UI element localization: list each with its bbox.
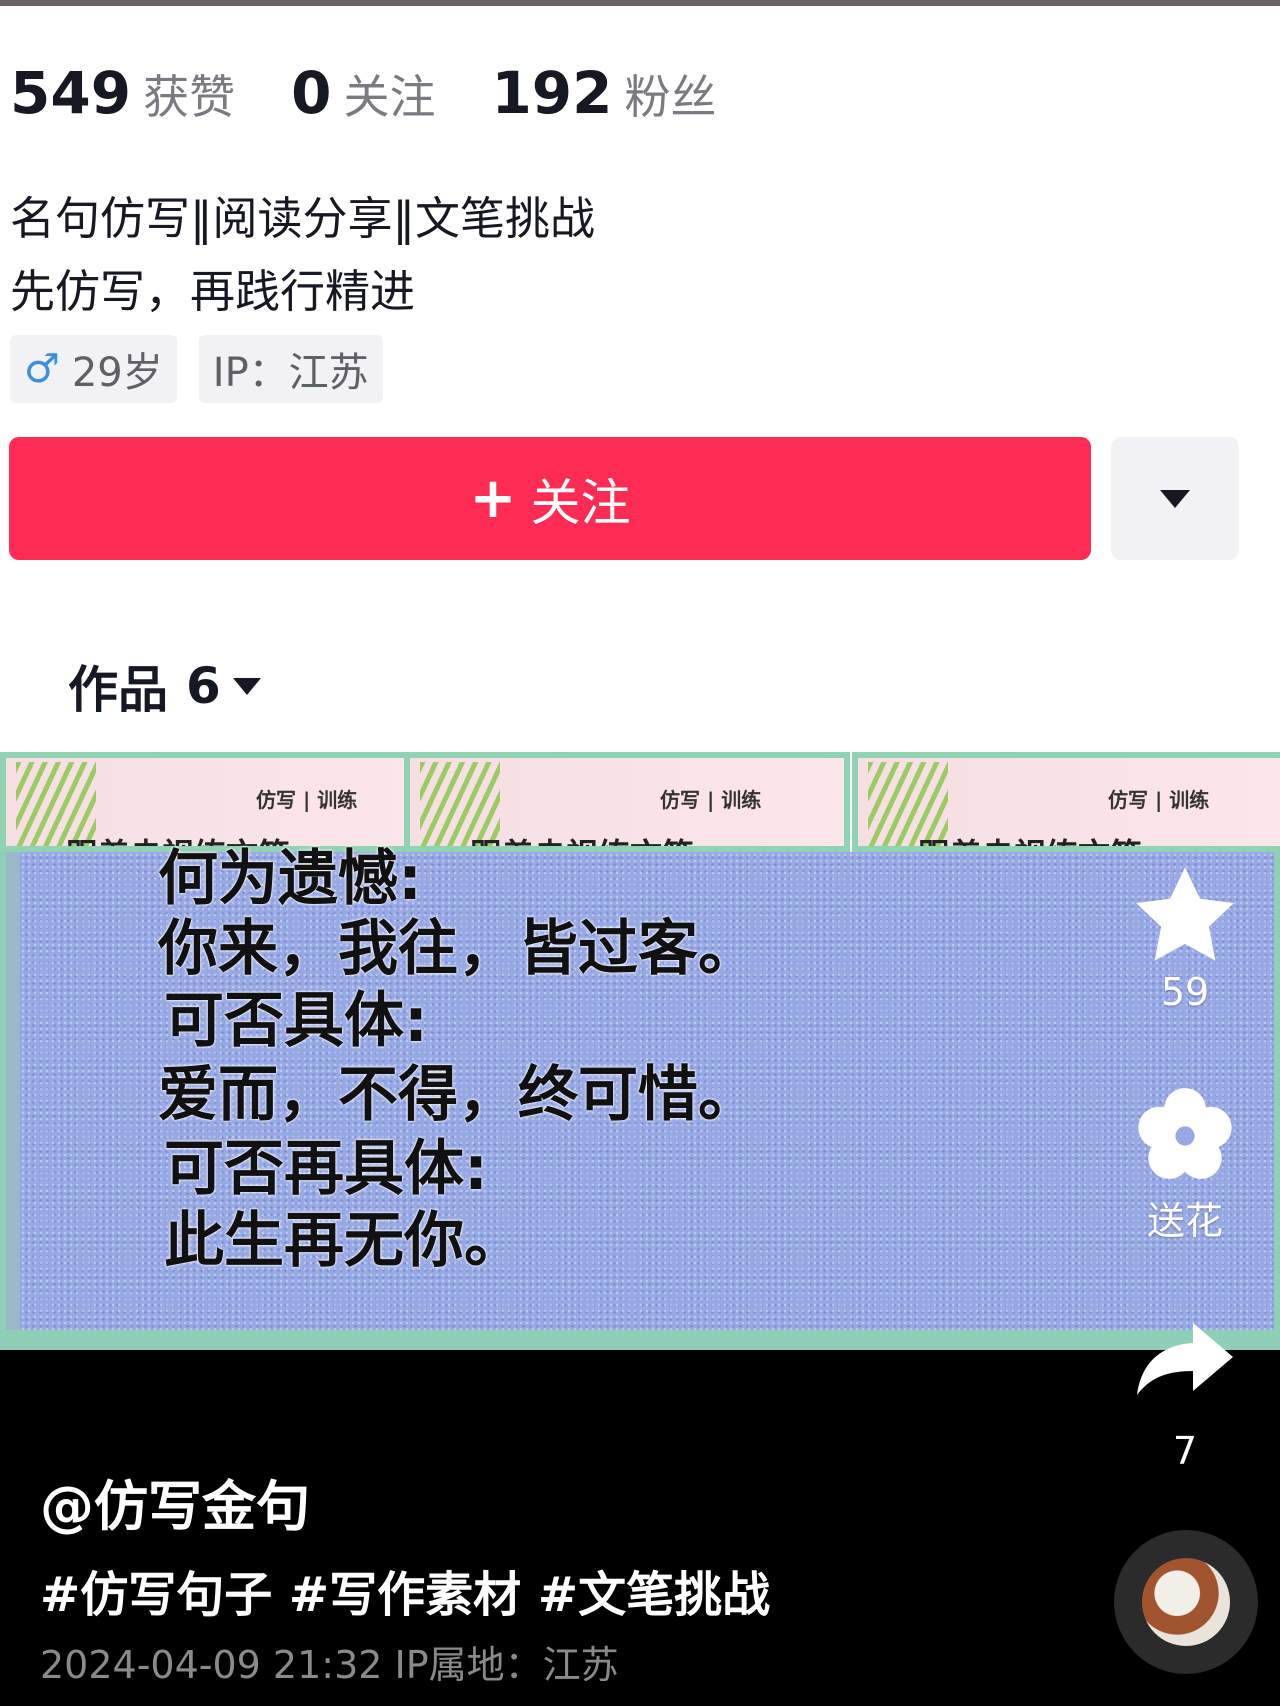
- follow-label: 关注: [530, 473, 631, 532]
- caret-down-icon: [1160, 489, 1190, 508]
- thumbnail-title: 跟着央视练文笔: [918, 830, 1142, 846]
- ip-text: IP：江苏: [212, 350, 369, 396]
- work-thumbnail[interactable]: 仿写 | 训练 跟着央视练文笔: [852, 752, 1280, 852]
- favorite-action[interactable]: 59: [1090, 862, 1280, 1014]
- ip-tag: IP：江苏: [198, 335, 383, 403]
- followers-label: 粉丝: [624, 70, 717, 124]
- following-label: 关注: [343, 70, 436, 124]
- thumbnail-tag: 仿写 | 训练: [1108, 788, 1210, 812]
- likes-stat[interactable]: 549 获赞: [10, 59, 235, 127]
- work-thumbnail[interactable]: 仿写 | 训练 跟着央视练文笔: [404, 752, 850, 852]
- works-label: 作品: [68, 661, 168, 719]
- thumbnail-tag: 仿写 | 训练: [660, 788, 762, 812]
- age-tag: ♂ 29岁: [10, 335, 177, 403]
- video-image: 何为遗憾: 你来，我往，皆过客。 可否具体: 爱而，不得，终可惜。 可否再具体:…: [20, 844, 1274, 1330]
- works-caret-down-icon: [232, 677, 261, 695]
- bio-line-2: 先仿写，再践行精进: [10, 265, 416, 318]
- music-disc[interactable]: [1114, 1530, 1258, 1674]
- gift-flower-action[interactable]: 送花: [1090, 1086, 1280, 1245]
- gift-label: 送花: [1146, 1199, 1223, 1243]
- likes-label: 获赞: [143, 70, 236, 124]
- bio-line-1: 名句仿写‖阅读分享‖文笔挑战: [10, 192, 596, 245]
- works-tab[interactable]: 作品 6: [68, 650, 261, 722]
- favorite-count: 59: [1160, 970, 1210, 1014]
- plus-icon: +: [469, 466, 517, 531]
- followers-count: 192: [491, 59, 613, 127]
- followers-stat[interactable]: 192 粉丝: [491, 59, 716, 127]
- share-action[interactable]: 7: [1090, 1317, 1280, 1473]
- top-edge: [0, 0, 1280, 6]
- star-icon: [1136, 867, 1234, 961]
- share-count: 7: [1172, 1429, 1198, 1473]
- hashtags[interactable]: #仿写句子 #写作素材 #文笔挑战: [40, 1555, 770, 1625]
- works-count: 6: [186, 657, 221, 715]
- likes-count: 549: [10, 59, 132, 127]
- profile-stats: 549 获赞 0 关注 192 粉丝: [10, 58, 773, 128]
- male-icon: ♂: [24, 346, 60, 392]
- poem-line-6: 此生再无你。: [164, 1206, 524, 1276]
- more-options-button[interactable]: [1111, 437, 1239, 560]
- follow-button[interactable]: + 关注: [9, 437, 1091, 560]
- share-arrow-icon: [1137, 1323, 1233, 1395]
- avatar: [1142, 1558, 1230, 1646]
- following-count: 0: [291, 59, 332, 127]
- author-handle[interactable]: @仿写金句: [40, 1462, 310, 1541]
- flower-icon: [1138, 1088, 1232, 1179]
- video-frame: 何为遗憾: 你来，我往，皆过客。 可否具体: 爱而，不得，终可惜。 可否再具体:…: [0, 844, 1280, 1350]
- following-stat[interactable]: 0 关注: [291, 59, 435, 127]
- thumbnail-tag: 仿写 | 训练: [256, 788, 358, 812]
- profile-tags: ♂ 29岁 IP：江苏: [10, 335, 405, 403]
- age-text: 29岁: [71, 350, 163, 396]
- thumbnail-title: 跟着央视练文笔: [470, 830, 694, 846]
- post-meta: 2024-04-09 21:32 IP属地：江苏: [40, 1643, 619, 1687]
